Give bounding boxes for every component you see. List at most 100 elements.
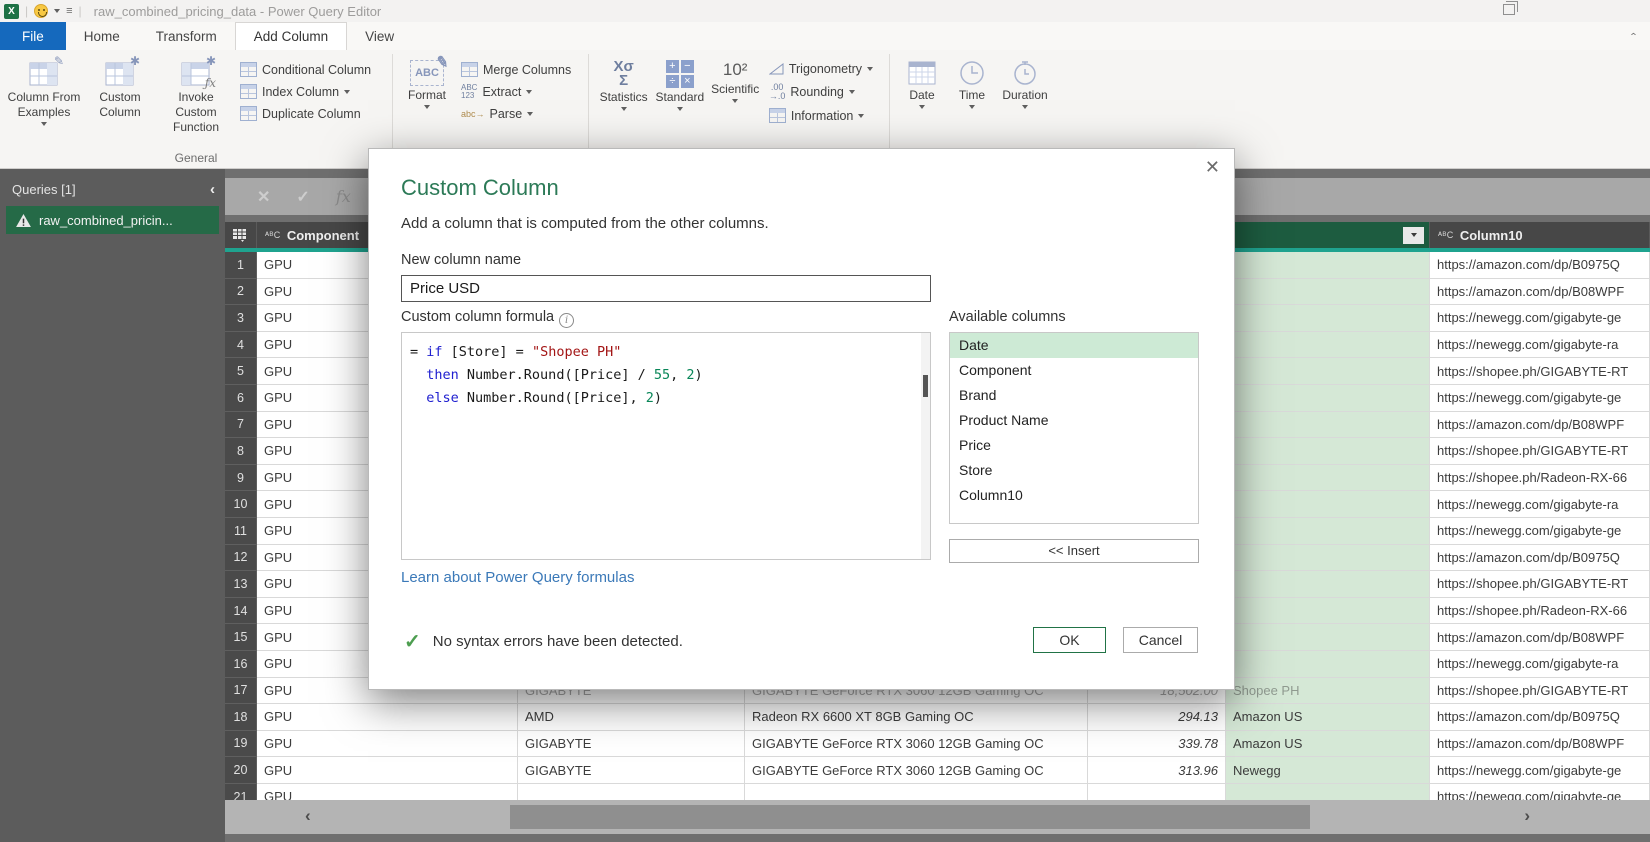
merge-columns-button[interactable]: Merge Columns: [461, 62, 571, 77]
cell-column10[interactable]: https://newegg.com/gigabyte-ra: [1430, 651, 1650, 678]
customize-toolbar-icon[interactable]: ≡: [66, 6, 72, 16]
learn-formulas-link[interactable]: Learn about Power Query formulas: [401, 569, 634, 586]
cell-column10[interactable]: https://shopee.ph/GIGABYTE-RT: [1430, 678, 1650, 705]
row-number[interactable]: 14: [225, 598, 257, 625]
scrollbar-thumb[interactable]: [923, 375, 928, 397]
trigonometry-button[interactable]: Trigonometry: [769, 62, 873, 76]
cell-store[interactable]: [1226, 385, 1430, 412]
cell-store[interactable]: [1226, 491, 1430, 518]
cell-column10[interactable]: https://amazon.com/dp/B08WPF: [1430, 279, 1650, 306]
close-icon[interactable]: ✕: [1205, 157, 1220, 178]
cell-store[interactable]: [1226, 545, 1430, 572]
formula-scrollbar[interactable]: [921, 333, 930, 559]
tab-home[interactable]: Home: [66, 22, 138, 50]
horizontal-scrollbar[interactable]: ‹ ›: [225, 800, 1650, 834]
row-number[interactable]: 3: [225, 305, 257, 332]
row-number[interactable]: 19: [225, 731, 257, 758]
cell-store[interactable]: [1226, 624, 1430, 651]
cell-column10[interactable]: https://shopee.ph/GIGABYTE-RT: [1430, 438, 1650, 465]
standard-button[interactable]: +−÷× Standard: [652, 56, 707, 111]
cell-column10[interactable]: https://amazon.com/dp/B08WPF: [1430, 412, 1650, 439]
new-column-name-input[interactable]: [401, 275, 931, 302]
cell-store[interactable]: [1226, 279, 1430, 306]
cell-column10[interactable]: https://newegg.com/gigabyte-ge: [1430, 757, 1650, 784]
cell-store[interactable]: [1226, 252, 1430, 279]
index-column-button[interactable]: Index Column: [240, 84, 371, 99]
cell-store[interactable]: [1226, 651, 1430, 678]
row-number[interactable]: 7: [225, 412, 257, 439]
row-number[interactable]: 8: [225, 438, 257, 465]
row-number[interactable]: 17: [225, 678, 257, 705]
parse-button[interactable]: abc→ Parse: [461, 107, 571, 121]
cell-column10[interactable]: https://newegg.com/gigabyte-ge: [1430, 305, 1650, 332]
cell-product-name[interactable]: GIGABYTE GeForce RTX 3060 12GB Gaming OC: [745, 757, 1088, 784]
date-button[interactable]: Date: [896, 56, 948, 109]
collapse-ribbon-icon[interactable]: ⌃: [1629, 31, 1638, 41]
row-number[interactable]: 18: [225, 704, 257, 731]
cell-price[interactable]: 339.78: [1088, 731, 1226, 758]
cell-store[interactable]: [1226, 305, 1430, 332]
row-number[interactable]: 6: [225, 385, 257, 412]
duration-button[interactable]: Duration: [996, 56, 1054, 109]
column-from-examples-button[interactable]: ✎ Column From Examples: [6, 56, 82, 126]
row-number[interactable]: 12: [225, 545, 257, 572]
formula-editor[interactable]: = if [Store] = "Shopee PH" then Number.R…: [401, 332, 931, 560]
cell-price[interactable]: 294.13: [1088, 704, 1226, 731]
available-column-item[interactable]: Store: [950, 458, 1198, 483]
cell-store[interactable]: [1226, 358, 1430, 385]
ok-button[interactable]: OK: [1033, 627, 1106, 653]
cell-product-name[interactable]: Radeon RX 6600 XT 8GB Gaming OC: [745, 704, 1088, 731]
select-all-header[interactable]: [225, 222, 257, 248]
cell-column10[interactable]: https://amazon.com/dp/B08WPF: [1430, 731, 1650, 758]
cell-column10[interactable]: https://newegg.com/gigabyte-ge: [1430, 518, 1650, 545]
row-number[interactable]: 20: [225, 757, 257, 784]
cell-column10[interactable]: https://newegg.com/gigabyte-ge: [1430, 385, 1650, 412]
available-column-item[interactable]: Price: [950, 433, 1198, 458]
cell-store[interactable]: [1226, 412, 1430, 439]
cell-column10[interactable]: https://amazon.com/dp/B0975Q: [1430, 252, 1650, 279]
info-icon[interactable]: i: [559, 313, 574, 328]
cell-component[interactable]: GPU: [257, 757, 518, 784]
scrollbar-thumb[interactable]: [510, 805, 1310, 829]
cell-column10[interactable]: https://shopee.ph/Radeon-RX-66: [1430, 598, 1650, 625]
row-number[interactable]: 5: [225, 358, 257, 385]
filter-dropdown-button[interactable]: [1403, 227, 1424, 244]
cell-brand[interactable]: GIGABYTE: [518, 757, 745, 784]
available-column-item[interactable]: Column10: [950, 483, 1198, 508]
cell-column10[interactable]: https://amazon.com/dp/B0975Q: [1430, 704, 1650, 731]
cell-column10[interactable]: https://newegg.com/gigabyte-ra: [1430, 332, 1650, 359]
duplicate-column-button[interactable]: Duplicate Column: [240, 106, 371, 121]
cell-store[interactable]: [1226, 598, 1430, 625]
row-number[interactable]: 15: [225, 624, 257, 651]
statistics-button[interactable]: ΧσΣ Statistics: [595, 56, 652, 111]
cell-product-name[interactable]: GIGABYTE GeForce RTX 3060 12GB Gaming OC: [745, 731, 1088, 758]
available-column-item[interactable]: Product Name: [950, 408, 1198, 433]
restore-window-icon[interactable]: [1503, 4, 1515, 15]
cell-brand[interactable]: AMD: [518, 704, 745, 731]
cell-column10[interactable]: https://newegg.com/gigabyte-ra: [1430, 491, 1650, 518]
rounding-button[interactable]: .00→.0 Rounding: [769, 83, 873, 101]
feedback-smiley-icon[interactable]: [34, 4, 48, 18]
cell-component[interactable]: GPU: [257, 704, 518, 731]
conditional-column-button[interactable]: Conditional Column: [240, 62, 371, 77]
column-header-column10[interactable]: ᴬᴮC Column10: [1430, 222, 1650, 248]
row-number[interactable]: 13: [225, 571, 257, 598]
tab-view[interactable]: View: [347, 22, 412, 50]
row-number[interactable]: 11: [225, 518, 257, 545]
tab-file[interactable]: File: [0, 22, 66, 50]
cell-store[interactable]: [1226, 465, 1430, 492]
time-button[interactable]: Time: [948, 56, 996, 109]
tab-add-column[interactable]: Add Column: [235, 22, 347, 50]
cell-column10[interactable]: https://amazon.com/dp/B08WPF: [1430, 624, 1650, 651]
cell-column10[interactable]: https://amazon.com/dp/B0975Q: [1430, 545, 1650, 572]
cell-price[interactable]: 313.96: [1088, 757, 1226, 784]
scroll-left-icon[interactable]: ‹: [305, 806, 311, 826]
cell-store[interactable]: [1226, 571, 1430, 598]
format-button[interactable]: ABC Format: [399, 56, 455, 109]
row-number[interactable]: 1: [225, 252, 257, 279]
collapse-panel-icon[interactable]: ‹: [210, 181, 215, 198]
row-number[interactable]: 10: [225, 491, 257, 518]
cell-column10[interactable]: https://shopee.ph/Radeon-RX-66: [1430, 465, 1650, 492]
available-column-item[interactable]: Brand: [950, 383, 1198, 408]
invoke-custom-function-button[interactable]: ✱ƒx Invoke Custom Function: [158, 56, 234, 135]
